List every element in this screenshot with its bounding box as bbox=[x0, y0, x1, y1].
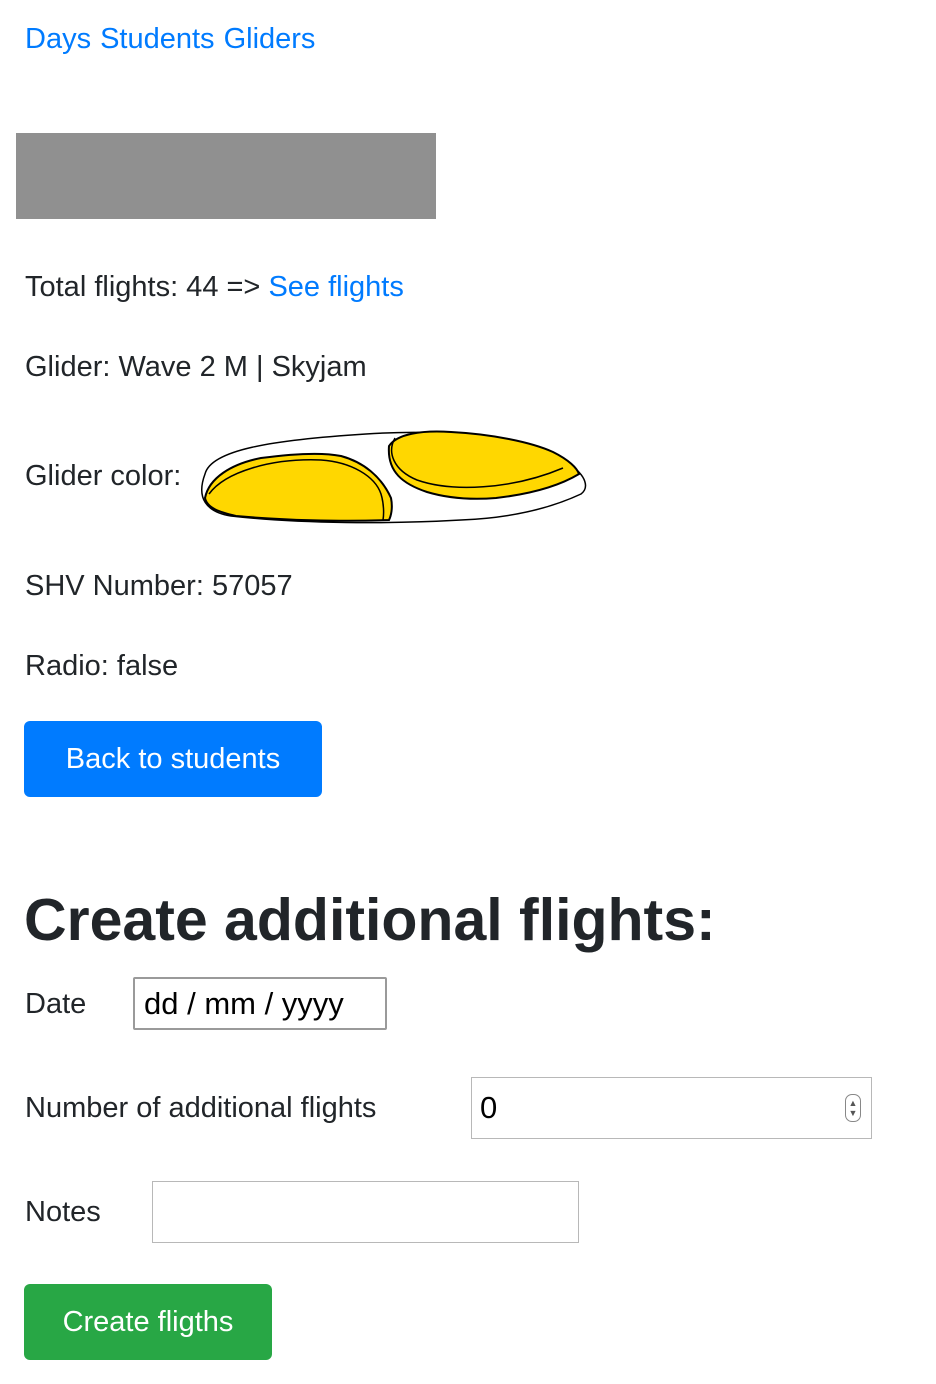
notes-input[interactable] bbox=[152, 1181, 579, 1243]
shv-number: SHV Number: 57057 bbox=[25, 570, 293, 602]
nav-link-gliders[interactable]: Gliders bbox=[224, 20, 316, 58]
number-of-flights-input[interactable]: 0 ▲ ▼ bbox=[471, 1077, 872, 1139]
stepper-down-icon[interactable]: ▼ bbox=[849, 1108, 858, 1118]
back-to-students-button[interactable]: Back to students bbox=[24, 721, 322, 797]
number-of-flights-value: 0 bbox=[480, 1090, 498, 1125]
create-flights-button[interactable]: Create fligths bbox=[24, 1284, 272, 1360]
number-of-flights-label: Number of additional flights bbox=[25, 1092, 377, 1124]
date-input[interactable]: dd / mm / yyyy bbox=[133, 977, 387, 1030]
date-label: Date bbox=[25, 988, 87, 1020]
stepper-up-icon[interactable]: ▲ bbox=[849, 1098, 858, 1108]
nav-link-students[interactable]: Students bbox=[100, 20, 214, 58]
radio-status: Radio: false bbox=[25, 650, 179, 682]
date-placeholder: dd / mm / yyyy bbox=[144, 985, 344, 1021]
number-stepper[interactable]: ▲ ▼ bbox=[845, 1094, 861, 1122]
image-placeholder bbox=[16, 133, 436, 219]
notes-label: Notes bbox=[25, 1196, 101, 1228]
total-flights-line: Total flights: 44 => See flights bbox=[25, 268, 404, 306]
total-flights-text: Total flights: 44 => bbox=[25, 271, 261, 303]
see-flights-link[interactable]: See flights bbox=[268, 271, 403, 303]
top-nav: Days Students Gliders bbox=[25, 20, 315, 58]
nav-link-days[interactable]: Days bbox=[25, 20, 91, 58]
glider-color-row: Glider color: bbox=[25, 428, 587, 524]
glider-model: Glider: Wave 2 M | Skyjam bbox=[25, 351, 367, 383]
glider-color-icon bbox=[201, 430, 587, 524]
form-title: Create additional flights: bbox=[24, 887, 716, 953]
glider-color-label: Glider color: bbox=[25, 459, 182, 492]
